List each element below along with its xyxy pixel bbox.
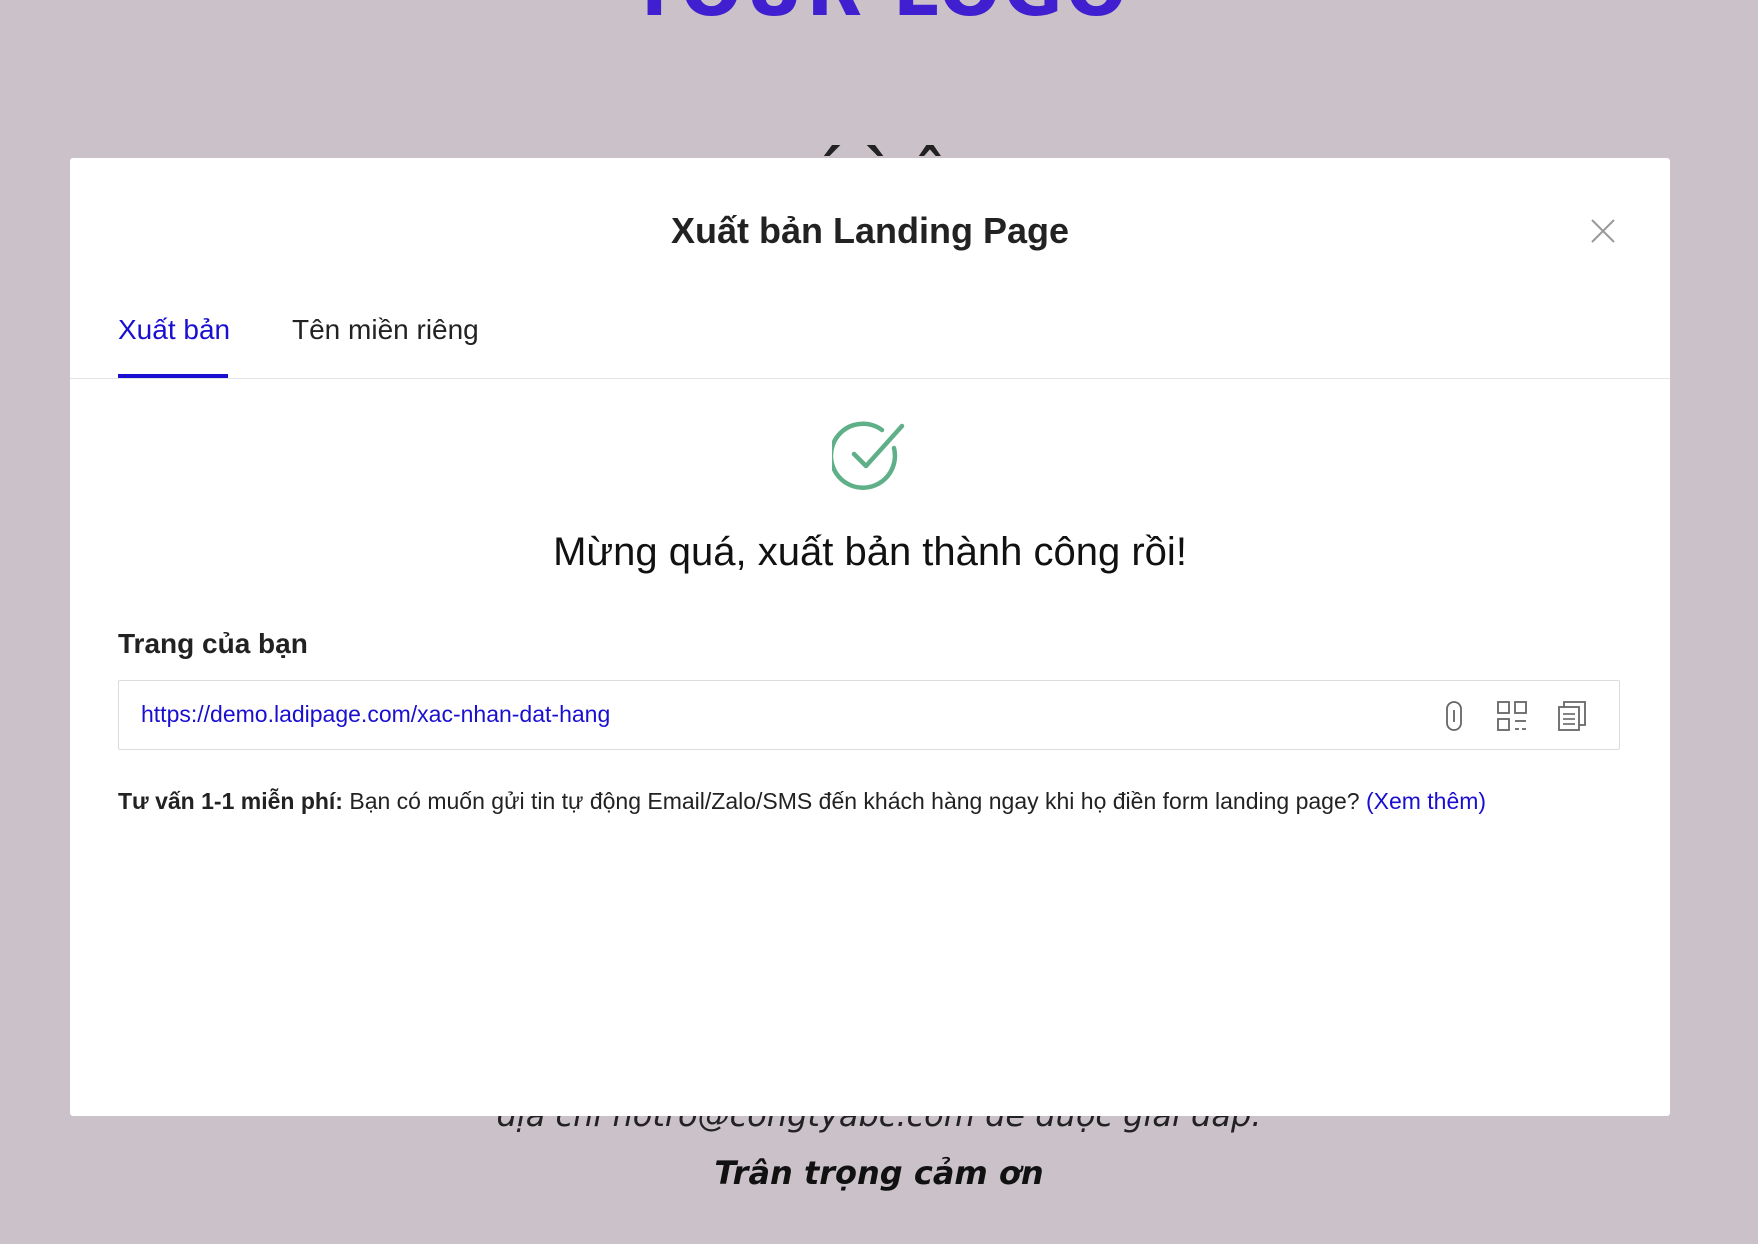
background-logo: YOUR LOGO [0, 0, 1758, 32]
page-label: Trang của bạn [118, 628, 308, 659]
page-url-link[interactable]: https://demo.ladipage.com/xac-nhan-dat-h… [141, 701, 610, 728]
link-icon[interactable] [1437, 699, 1471, 733]
tab-publish[interactable]: Xuất bản [118, 314, 230, 346]
success-message: Mừng quá, xuất bản thành công rồi! [553, 530, 1187, 574]
copy-icon[interactable] [1555, 699, 1589, 733]
qr-code-icon[interactable] [1495, 699, 1529, 733]
tab-custom-domain[interactable]: Tên miền riêng [292, 314, 479, 346]
check-circle-icon [828, 418, 908, 494]
see-more-link[interactable]: (Xem thêm) [1366, 788, 1486, 814]
publish-modal: Xuất bản Landing Page Xuất bản Tên miền … [70, 158, 1670, 1116]
active-tab-indicator [118, 374, 228, 378]
advice-text: Tư vấn 1-1 miễn phí: Bạn có muốn gửi tin… [118, 788, 1486, 815]
background-thanks: Trân trọng cảm ơn [714, 1154, 1044, 1192]
url-field: https://demo.ladipage.com/xac-nhan-dat-h… [118, 680, 1620, 750]
advice-body: Bạn có muốn gửi tin tự động Email/Zalo/S… [342, 788, 1366, 814]
modal-title: Xuất bản Landing Page [670, 210, 1070, 251]
close-icon[interactable] [1588, 216, 1618, 246]
tab-bar: Xuất bản Tên miền riêng [70, 278, 1670, 379]
advice-bold: Tư vấn 1-1 miễn phí: [118, 788, 343, 814]
